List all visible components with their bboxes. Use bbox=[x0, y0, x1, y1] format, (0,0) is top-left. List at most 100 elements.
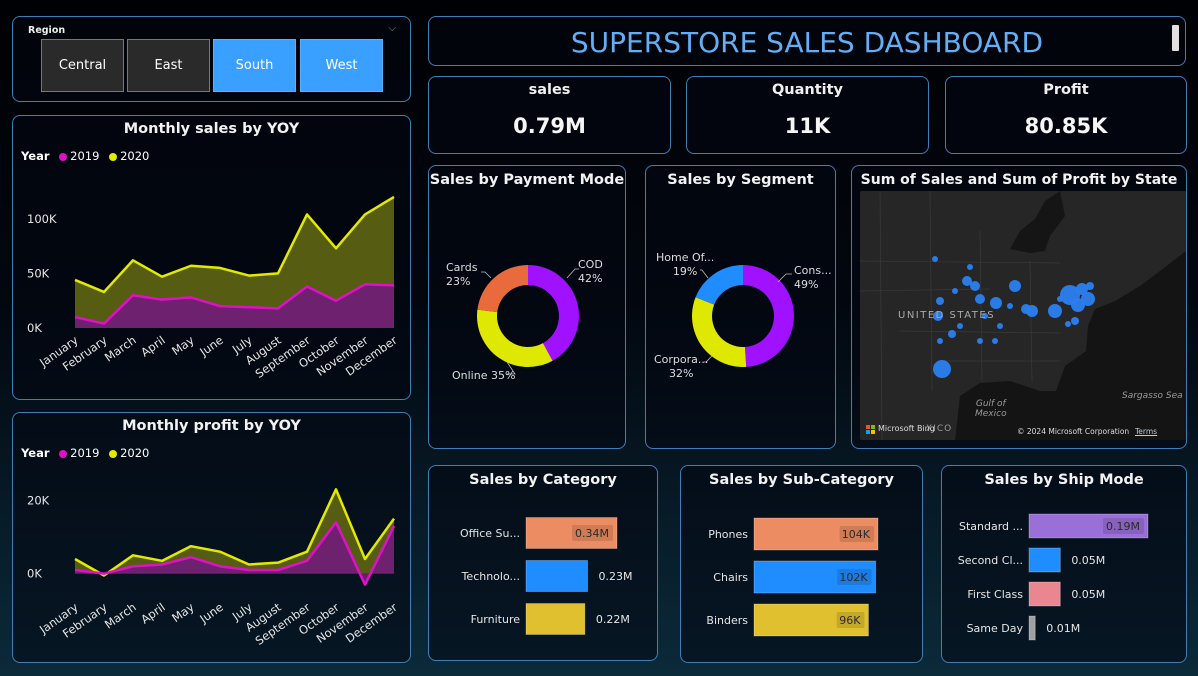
map-bubble bbox=[1009, 280, 1021, 292]
y-tick-label: 0K bbox=[27, 321, 42, 335]
region-slicer: Region ⌵ Central East South West bbox=[12, 16, 411, 102]
data-label: 104K bbox=[842, 528, 871, 541]
x-tick-label: June bbox=[196, 600, 225, 626]
subcategory-bar-chart: Phones 104K Chairs 102K Binders 96K bbox=[706, 517, 879, 637]
map-bubble bbox=[1026, 305, 1038, 317]
payment-mode-panel: Sales by Payment Mode COD 42% Online 35%… bbox=[428, 165, 626, 449]
slicer-title: Region bbox=[28, 25, 66, 36]
data-label: 102K bbox=[839, 571, 868, 584]
data-label: 0.23M bbox=[599, 570, 633, 583]
map-copyright: © 2024 Microsoft Corporation bbox=[1017, 427, 1130, 436]
map-gulf-label: Gulf of Mexico bbox=[975, 399, 1007, 419]
donut-leader-line bbox=[777, 273, 792, 283]
map-canvas[interactable]: UNITED STATES Gulf of Mexico Sargasso Se… bbox=[860, 191, 1186, 440]
chart-title: Sum of Sales and Sum of Profit by State bbox=[860, 172, 1178, 188]
map-bubble bbox=[957, 323, 963, 329]
category-label: Binders bbox=[706, 614, 748, 627]
category-label: Second Cl... bbox=[958, 554, 1023, 567]
map-bubble bbox=[1007, 303, 1013, 309]
ship-mode-panel: Sales by Ship Mode Standard ... 0.19M Seco… bbox=[941, 465, 1187, 663]
bar bbox=[1028, 547, 1061, 573]
y-tick-label: 0K bbox=[27, 567, 42, 581]
page-title: SUPERSTORE SALES DASHBOARD bbox=[570, 26, 1044, 59]
category-label: Technolo... bbox=[461, 570, 520, 583]
category-label: Chairs bbox=[713, 571, 748, 584]
donut-label-cards: Cards 23% bbox=[446, 261, 478, 288]
kpi-label: Profit bbox=[1043, 82, 1089, 98]
map-bubble bbox=[952, 288, 958, 294]
map-bubble bbox=[932, 256, 938, 262]
x-tick-label: May bbox=[169, 333, 197, 358]
map-bubble bbox=[936, 297, 944, 305]
map-bubble bbox=[1048, 304, 1062, 318]
x-tick-label: March bbox=[102, 333, 139, 365]
category-label: Furniture bbox=[471, 613, 521, 626]
kpi-card-sales: sales 0.79M bbox=[428, 76, 671, 154]
subcategory-panel: Sales by Sub-Category Phones 104K Chairs 10… bbox=[680, 465, 923, 663]
payment-donut-chart bbox=[477, 265, 579, 375]
bar bbox=[1028, 615, 1036, 641]
map-bubble bbox=[937, 338, 943, 344]
scrollbar-thumb[interactable] bbox=[1172, 25, 1179, 51]
map-country-label: UNITED STATES bbox=[898, 310, 996, 321]
map-bubble bbox=[990, 297, 1002, 309]
kpi-label: sales bbox=[528, 82, 571, 98]
data-label: 0.19M bbox=[1106, 520, 1140, 533]
data-label: 0.01M bbox=[1046, 622, 1080, 635]
category-label: First Class bbox=[967, 588, 1023, 601]
shipmode-bar-chart: Standard ... 0.19M Second Cl... 0.05M First … bbox=[958, 513, 1149, 641]
donut-label-corporate: Corpora... 32% bbox=[654, 353, 709, 380]
donut-slice-0 bbox=[743, 265, 795, 367]
slicer-option-central[interactable]: Central bbox=[41, 39, 124, 92]
profit-area-chart: 0K20KJanuaryFebruaryMarch April May June Jul… bbox=[27, 488, 400, 648]
map-bubble bbox=[977, 338, 983, 344]
bar bbox=[1028, 581, 1061, 607]
slicer-option-south[interactable]: South bbox=[213, 39, 296, 92]
map-bing-label: Microsoft Bing bbox=[878, 424, 935, 433]
x-tick-label: April bbox=[138, 333, 168, 360]
slicer-option-west[interactable]: West bbox=[300, 39, 383, 92]
state-map-panel: Sum of Sales and Sum of Profit by State … bbox=[851, 165, 1187, 449]
chevron-down-icon[interactable]: ⌵ bbox=[388, 23, 396, 34]
slicer-option-east[interactable]: East bbox=[127, 39, 210, 92]
category-label: Same Day bbox=[967, 622, 1024, 635]
title-panel: SUPERSTORE SALES DASHBOARD bbox=[428, 16, 1186, 66]
donut-label-consumer: Cons... 49% bbox=[794, 264, 832, 291]
data-label: 0.05M bbox=[1071, 588, 1105, 601]
segment-panel: Sales by Segment Cons... 49% Corpora... … bbox=[645, 165, 836, 449]
map-bubble bbox=[1086, 282, 1094, 290]
map-bubble bbox=[1081, 292, 1095, 306]
bar bbox=[525, 560, 589, 592]
monthly-sales-panel: Monthly sales by YOY Year 2019 2020 0K 50… bbox=[12, 115, 411, 400]
map-bubble bbox=[1065, 321, 1071, 327]
slicer-option-label: South bbox=[235, 58, 274, 73]
bar bbox=[525, 603, 586, 635]
kpi-value: 11K bbox=[784, 114, 831, 138]
donut-label-cod: COD 42% bbox=[578, 258, 603, 285]
category-panel: Sales by Category Office Su... 0.34M Techn… bbox=[428, 465, 658, 661]
slicer-option-label: East bbox=[154, 58, 183, 73]
segment-donut-chart bbox=[692, 265, 795, 367]
x-tick-label: June bbox=[196, 333, 225, 359]
map-bubble bbox=[1071, 317, 1079, 325]
map-bubble bbox=[970, 281, 980, 291]
map-bubble bbox=[948, 330, 956, 338]
map-bubble bbox=[967, 264, 973, 270]
y-tick-label: 50K bbox=[27, 266, 50, 280]
y-tick-label: 100K bbox=[27, 212, 57, 226]
sales-area-chart: 0K50K100KJanuaryFebruaryMarch April May Jun… bbox=[27, 195, 400, 381]
donut-slice-1 bbox=[477, 309, 553, 367]
map-sea-label: Sargasso Sea bbox=[1122, 391, 1183, 401]
x-tick-label: April bbox=[138, 600, 168, 627]
map-terms-link[interactable]: Terms bbox=[1135, 427, 1157, 436]
category-bar-chart: Office Su... 0.34M Technolo... 0.23M Furnitu… bbox=[460, 517, 633, 635]
data-label: 0.34M bbox=[575, 527, 609, 540]
donut-label-home-office: Home Of... 19% bbox=[656, 251, 715, 278]
data-label: 0.05M bbox=[1071, 554, 1105, 567]
kpi-label: Quantity bbox=[771, 82, 844, 98]
x-tick-label: March bbox=[102, 600, 139, 632]
x-tick-label: May bbox=[169, 600, 197, 625]
category-label: Standard ... bbox=[959, 520, 1023, 533]
microsoft-logo-icon bbox=[866, 425, 875, 434]
donut-label-online: Online 35% bbox=[452, 369, 516, 382]
